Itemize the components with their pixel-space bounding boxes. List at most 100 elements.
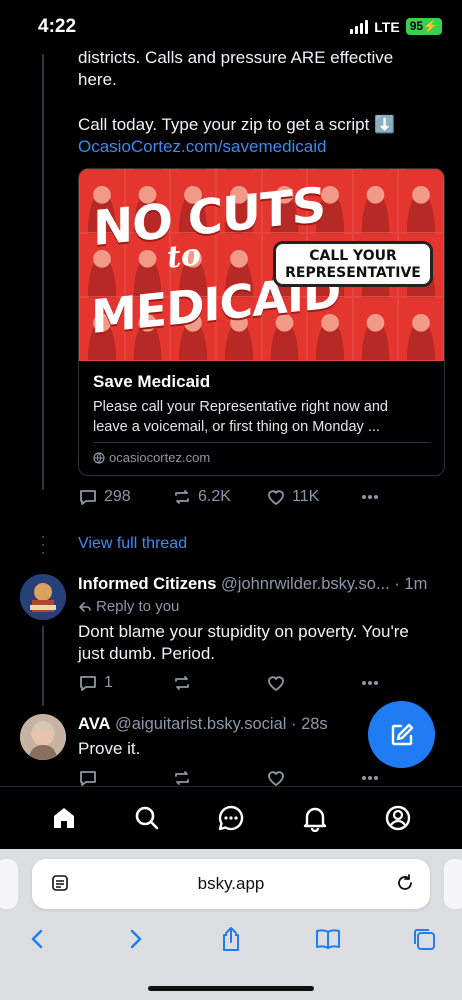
thread-feed[interactable]: districts. Calls and pressure ARE effect… [0,0,462,786]
reload-icon[interactable] [394,872,416,894]
like-button[interactable] [266,673,360,693]
embed-domain-text: ocasiocortez.com [109,450,211,465]
author-name[interactable]: Informed Citizens [78,575,216,593]
tabs-icon [414,929,435,950]
repost-button[interactable]: 6.2K [172,487,266,507]
avatar[interactable] [20,574,66,620]
bottom-nav [0,786,462,849]
post-time: · 1m [394,575,428,593]
avatar-image [20,714,66,760]
reply-to-text: Reply to you [96,598,180,615]
reply-author-line: Informed Citizens @johnrwilder.bsky.so..… [78,575,427,594]
reply-text-line: Dont blame your stupidity on poverty. Yo… [78,622,409,641]
post-time: · 28s [291,715,328,733]
bell-icon [303,807,326,832]
author-handle[interactable]: @aiguitarist.bsky.social [115,715,286,733]
repost-button[interactable] [172,768,266,786]
chat-icon [218,805,244,831]
heart-icon [268,676,284,691]
search-icon [136,806,159,830]
reply-actions: 1 [78,673,388,693]
heart-icon [268,490,284,505]
forward-button[interactable] [115,919,155,959]
nav-profile[interactable] [376,796,420,840]
globe-icon [93,451,105,464]
reply-author-line: AVA @aiguitarist.bsky.social · 28s [78,715,328,734]
compose-icon [391,723,413,745]
more-options-button[interactable] [360,768,380,786]
nav-search[interactable] [125,796,169,840]
view-full-thread-link[interactable]: View full thread [78,535,187,553]
back-button[interactable] [18,919,58,959]
link-embed-card[interactable]: NO CUTS to MEDICAID CALL YOUR REPRESENTA… [78,168,445,476]
thread-line [42,626,44,706]
more-options-button[interactable] [360,487,380,507]
embed-domain: ocasiocortez.com [93,450,210,465]
reply-button[interactable] [78,768,172,786]
repost-icon [175,676,189,690]
author-handle[interactable]: @johnrwilder.bsky.so... [221,575,390,593]
browser-toolbar [0,919,462,959]
nav-notifications[interactable] [293,796,337,840]
home-icon [53,808,74,828]
repost-count: 6.2K [198,488,231,505]
post-text-line: districts. Calls and pressure ARE effect… [78,48,394,67]
repost-icon [175,490,189,504]
compose-button[interactable] [368,701,435,768]
chevron-right-icon [130,929,141,949]
nav-messages[interactable] [209,796,253,840]
heart-icon [268,771,284,786]
embed-title: Save Medicaid [93,372,211,391]
thread-dot [42,552,44,554]
reply-arrow-icon [79,601,91,612]
more-icon [362,681,378,685]
thread-line [42,54,44,490]
like-button[interactable] [266,768,360,786]
reply-text-line: just dumb. Period. [78,644,216,663]
thread-dot [42,536,44,538]
embed-divider [93,442,430,443]
share-icon [223,927,239,951]
avatar-image [20,574,66,620]
reply-actions [78,768,388,786]
nav-home[interactable] [42,796,86,840]
avatar[interactable] [20,714,66,760]
tabs-button[interactable] [404,919,444,959]
previous-tab-edge[interactable] [0,859,18,909]
image-call-line2: REPRESENTATIVE [285,265,421,281]
reply-icon [80,771,96,786]
repost-icon [175,771,189,785]
reply-button[interactable]: 298 [78,487,172,507]
book-icon [315,929,340,949]
address-bar[interactable]: bsky.app [32,859,430,909]
like-count: 11K [292,488,320,505]
more-icon [362,776,378,780]
url-text[interactable]: bsky.app [32,874,430,894]
home-indicator [148,986,314,991]
repost-button[interactable] [172,673,266,693]
like-button[interactable]: 11K [266,487,360,507]
bookmarks-button[interactable] [308,919,348,959]
more-options-button[interactable] [360,673,380,693]
post-link[interactable]: OcasioCortez.com/savemedicaid [78,136,428,158]
embed-description-line: Please call your Representative right no… [93,399,388,415]
chevron-left-icon [31,929,43,949]
post-actions: 298 6.2K 11K [78,487,388,507]
more-icon [362,495,378,499]
post-text-line: Call today. Type your zip to get a scrip… [78,115,396,134]
browser-chrome: bsky.app [0,849,462,1000]
reply-count: 298 [104,488,131,505]
share-button[interactable] [211,919,251,959]
next-tab-edge[interactable] [444,859,462,909]
reply-icon [80,490,96,505]
author-name[interactable]: AVA [78,715,110,733]
thread-dot [42,544,44,546]
image-call-line1: CALL YOUR [309,248,397,264]
post-text-line: here. [78,70,117,89]
embed-image: NO CUTS to MEDICAID CALL YOUR REPRESENTA… [79,169,444,361]
image-call-box: CALL YOUR REPRESENTATIVE [273,241,433,287]
reply-button[interactable]: 1 [78,673,172,693]
image-to: to [165,237,203,276]
embed-description-line: leave a voicemail, or first thing on Mon… [93,419,380,435]
reply-to-label: Reply to you [78,598,179,615]
